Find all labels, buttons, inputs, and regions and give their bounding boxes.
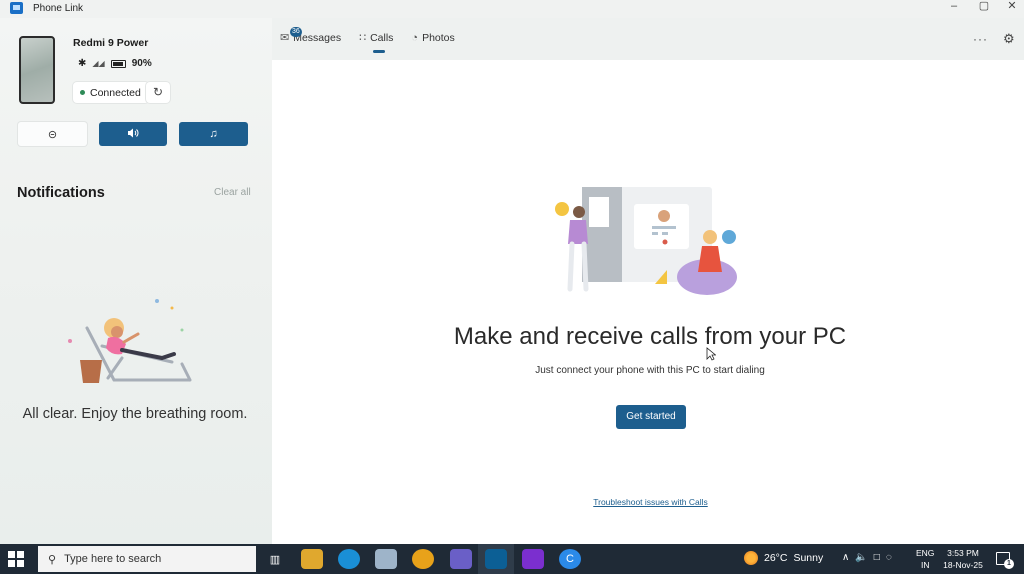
phone-link-logo-icon <box>10 2 23 14</box>
title-bar: Phone Link – ▢ ✕ <box>0 0 1024 18</box>
chrome-browser-icon[interactable] <box>412 549 434 569</box>
refresh-icon: ↻ <box>152 85 164 99</box>
troubleshoot-calls-link[interactable]: Troubleshoot issues with Calls <box>272 497 1024 507</box>
refresh-connection-button[interactable]: ↻ <box>146 82 170 103</box>
photos-icon: ◔ <box>411 31 419 44</box>
more-options-button[interactable]: ··· <box>973 32 988 46</box>
connected-dot-icon <box>80 90 85 95</box>
taskbar: ⚲ Type here to search ▥ C 26°C Sunny ∧ 🔈… <box>0 544 1024 574</box>
dialpad-icon: ∷ <box>359 32 367 44</box>
system-tray: ∧ 🔈 □ ◌ <box>842 552 892 563</box>
taskbar-clock[interactable]: 3:53 PM 18-Nov-25 <box>940 547 986 571</box>
minimize-button[interactable]: – <box>940 0 968 14</box>
do-not-disturb-button[interactable]: ⊝ <box>18 122 87 146</box>
search-icon: ⚲ <box>48 553 57 566</box>
search-placeholder: Type here to search <box>64 553 162 565</box>
c-app-icon[interactable]: C <box>559 549 581 569</box>
close-button[interactable]: ✕ <box>998 0 1024 14</box>
media-button[interactable]: ♫ <box>179 122 248 146</box>
window-title: Phone Link <box>33 3 84 14</box>
minus-circle-icon: ⊝ <box>47 128 58 141</box>
edge-browser-icon[interactable] <box>338 549 360 569</box>
teams-icon[interactable] <box>450 549 472 569</box>
notification-center-button[interactable]: 1 <box>996 552 1014 569</box>
notepad-icon[interactable] <box>375 549 397 569</box>
clock-date: 18-Nov-25 <box>943 560 983 570</box>
tab-photos[interactable]: ◔ Photos <box>411 32 454 44</box>
calls-subtext: Just connect your phone with this PC to … <box>535 365 765 376</box>
sun-icon <box>744 551 758 565</box>
left-pane: Redmi 9 Power ✱ ◢◢ 90% Connected ↻ ⊝ ♫ N… <box>0 18 272 544</box>
task-view-icon[interactable]: ▥ <box>264 549 286 569</box>
wifi-icon[interactable]: ◌ <box>886 552 892 563</box>
phone-image <box>19 36 55 104</box>
device-name: Redmi 9 Power <box>73 37 149 49</box>
battery-icon <box>110 59 126 68</box>
calls-content-panel: Make and receive calls from your PC Just… <box>272 60 1024 544</box>
network-icon[interactable]: □ <box>874 552 880 563</box>
notifications-empty-message: All clear. Enjoy the breathing room. <box>22 406 248 422</box>
device-status-row: ✱ ◢◢ 90% <box>78 58 152 69</box>
phone-link-taskbar-icon[interactable] <box>485 549 507 569</box>
notifications-title: Notifications <box>17 185 105 201</box>
tab-photos-label: Photos <box>422 31 455 44</box>
chevron-up-icon[interactable]: ∧ <box>842 552 849 563</box>
settings-gear-icon[interactable]: ⚙ <box>1003 31 1015 47</box>
battery-percent: 90% <box>131 58 152 69</box>
connection-status-badge: Connected <box>73 82 149 103</box>
clear-all-button[interactable]: Clear all <box>214 187 251 198</box>
clock-time: 3:53 PM <box>947 548 979 558</box>
weather-temp: 26°C <box>764 552 788 564</box>
file-explorer-icon[interactable] <box>301 549 323 569</box>
speaker-icon <box>127 128 139 141</box>
restore-button[interactable]: ▢ <box>970 0 998 14</box>
get-started-button[interactable]: Get started <box>616 405 686 429</box>
notification-count-badge: 1 <box>1004 559 1014 569</box>
calls-illustration <box>555 187 737 295</box>
volume-tray-icon[interactable]: 🔈 <box>855 552 867 563</box>
relaxing-person-illustration <box>68 299 192 383</box>
weather-condition: Sunny <box>793 552 824 564</box>
mouse-cursor-icon <box>706 347 716 361</box>
message-icon: ✉ <box>280 32 290 44</box>
language-code: ENG <box>916 548 935 558</box>
clipchamp-icon[interactable] <box>522 549 544 569</box>
taskbar-search-input[interactable]: ⚲ Type here to search <box>38 546 256 572</box>
messages-count-badge: 36 <box>290 27 302 37</box>
region-code: IN <box>920 560 930 570</box>
signal-icon: ◢◢ <box>92 59 105 68</box>
input-language-indicator[interactable]: ENG IN <box>916 547 934 571</box>
connection-status-label: Connected <box>90 86 141 99</box>
main-tabs: ✉ 36 Messages ∷ Calls ◔ Photos <box>280 27 473 53</box>
volume-button[interactable] <box>99 122 167 146</box>
tab-calls[interactable]: ∷ Calls <box>359 31 394 53</box>
bluetooth-icon: ✱ <box>78 58 87 69</box>
tab-messages[interactable]: ✉ 36 Messages <box>280 27 341 44</box>
weather-widget[interactable]: 26°C Sunny <box>744 551 823 565</box>
calls-headline: Make and receive calls from your PC <box>453 323 847 350</box>
windows-start-icon[interactable] <box>8 551 24 567</box>
tab-calls-label: Calls <box>370 31 394 44</box>
music-note-icon: ♫ <box>209 128 218 140</box>
